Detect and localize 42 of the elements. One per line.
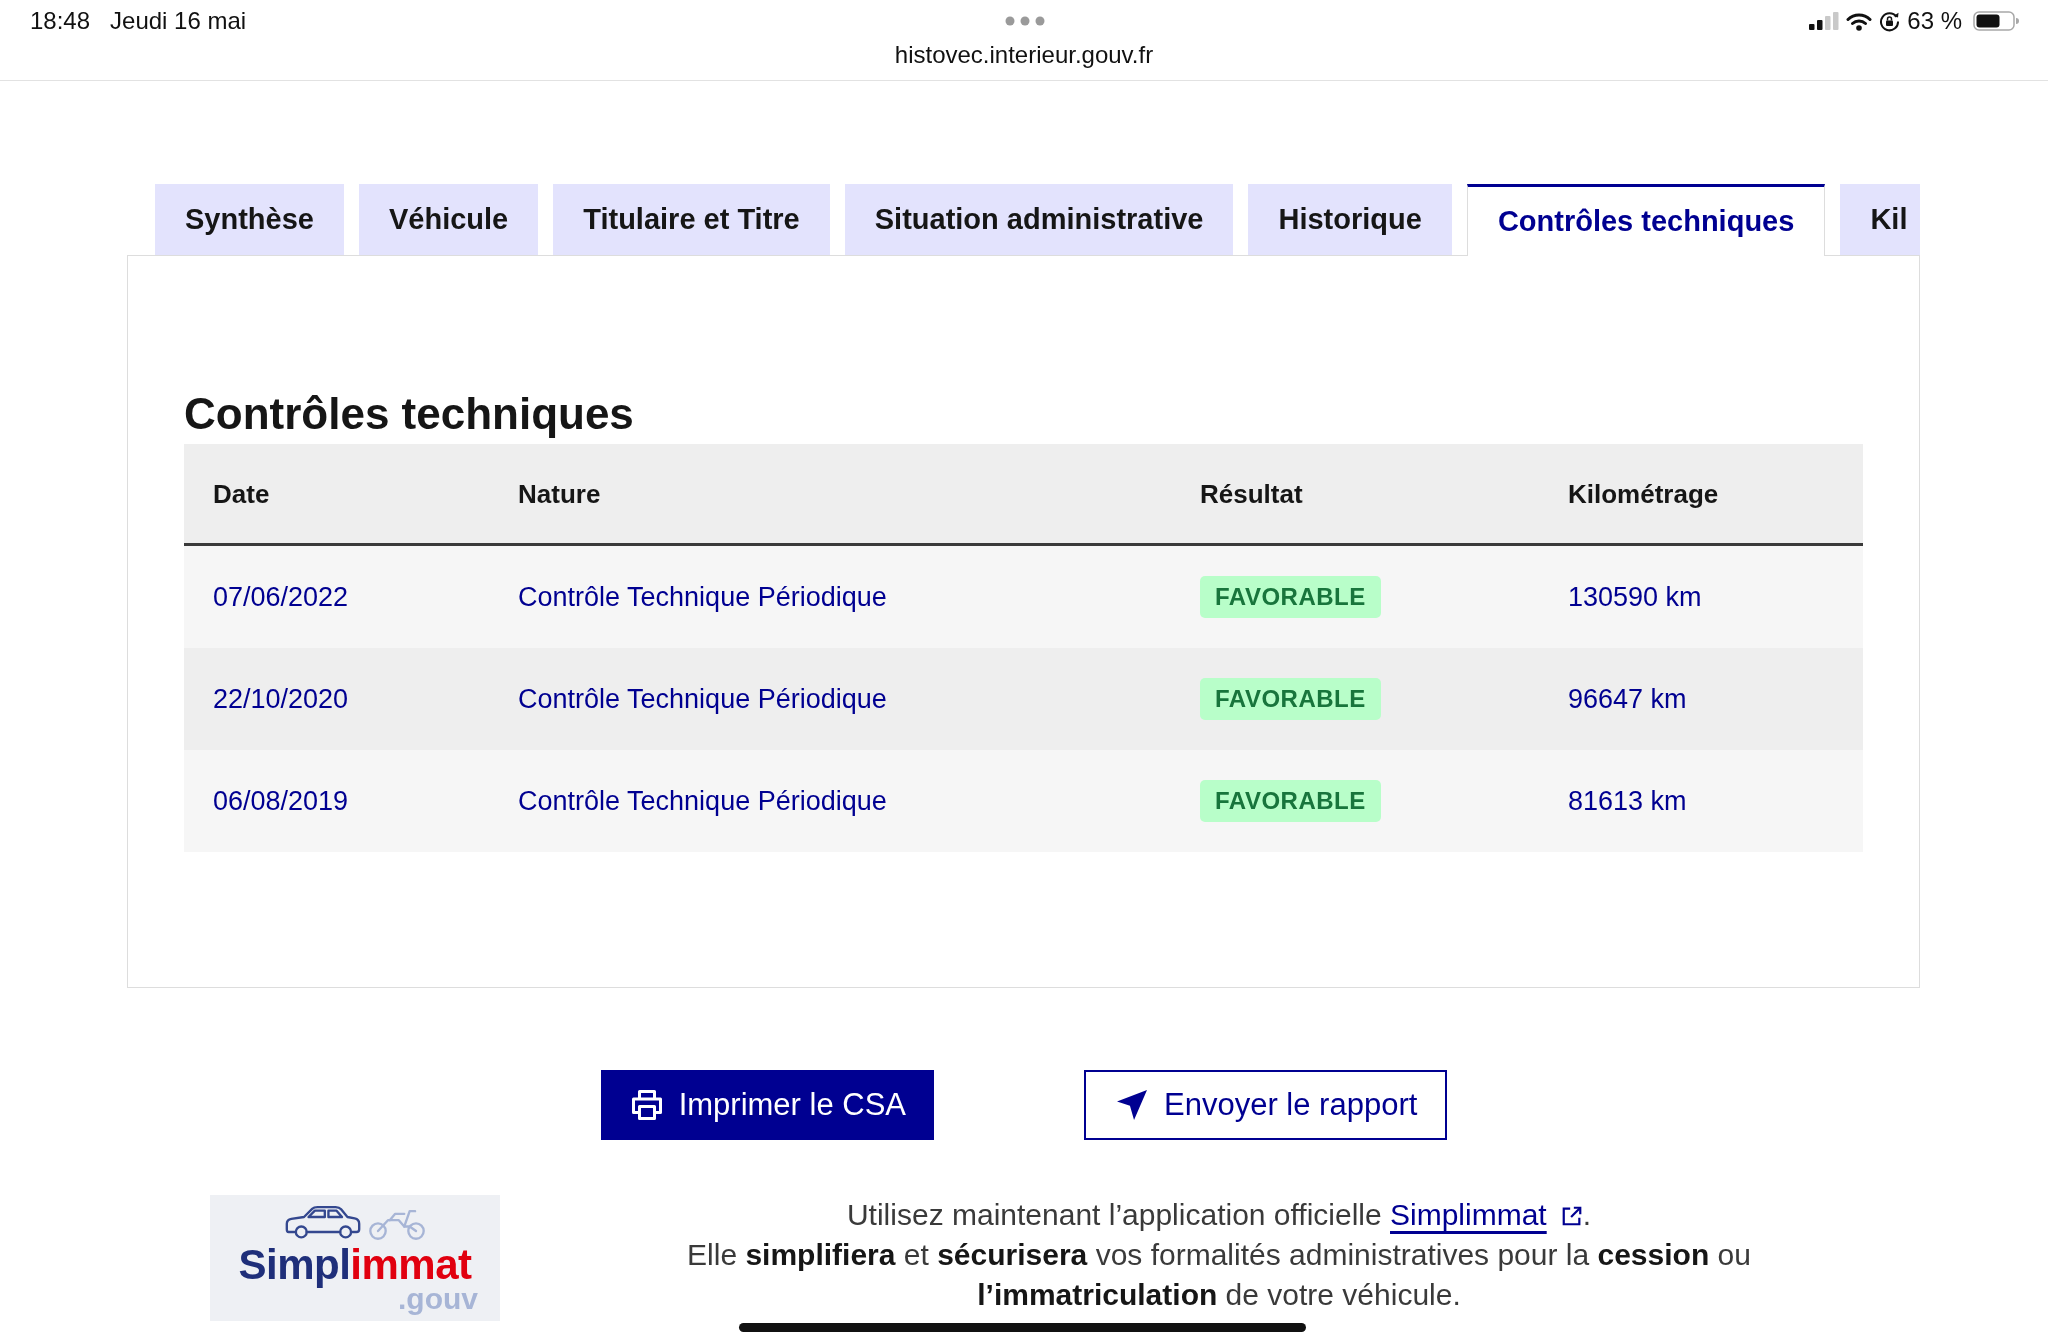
tab[interactable]: Véhicule <box>358 184 539 255</box>
car-icon <box>284 1203 362 1241</box>
page-url: histovec.interieur.gouv.fr <box>894 41 1154 69</box>
simplimmat-link[interactable]: Simplimmat <box>1390 1198 1583 1231</box>
status-date: Jeudi 16 mai <box>110 7 247 35</box>
column-header: Date <box>212 477 271 510</box>
paper-plane-icon <box>1117 1090 1148 1120</box>
rotation-lock-icon <box>1879 10 1901 32</box>
wifi-icon <box>1846 11 1873 31</box>
column-header: Nature <box>517 477 602 510</box>
external-link-icon <box>1560 1205 1583 1227</box>
table-cell-text: Contrôle Technique Périodique <box>517 581 887 614</box>
result-badge: FAVORABLE <box>1200 576 1381 618</box>
send-button[interactable]: Envoyer le rapport <box>1084 1070 1448 1140</box>
result-badge: FAVORABLE <box>1200 780 1381 822</box>
promo-text: Utilisez maintenant l’application officielle Simplimmat . <box>846 1197 1592 1233</box>
tab[interactable]: Situation administrative <box>844 184 1234 255</box>
result-badge: FAVORABLE <box>1200 678 1381 720</box>
section-title: Contrôles techniques <box>184 388 635 440</box>
tab[interactable]: Contrôles techniques <box>1466 184 1826 256</box>
table-cell-text: 81613 km <box>1567 785 1687 818</box>
table-cell-text: Contrôle Technique Périodique <box>517 785 887 818</box>
printer-icon <box>631 1090 662 1120</box>
print-button[interactable]: Imprimer le CSA <box>600 1070 935 1140</box>
column-header: Kilométrage <box>1567 477 1720 510</box>
table-cell-text: 96647 km <box>1567 683 1687 716</box>
status-time: 18:48 <box>30 7 91 35</box>
table-cell-text: 22/10/2020 <box>212 683 349 716</box>
tab[interactable]: Kil <box>1840 184 1920 255</box>
tab[interactable]: Historique <box>1248 184 1452 255</box>
table-cell-text: 130590 km <box>1567 581 1702 614</box>
signal-icon <box>1809 12 1840 30</box>
battery-percentage: 63 % <box>1907 7 1962 35</box>
table-cell-text: Contrôle Technique Périodique <box>517 683 887 716</box>
battery-icon <box>1973 11 2019 31</box>
tab[interactable]: Titulaire et Titre <box>553 184 830 255</box>
table-cell-text: 07/06/2022 <box>212 581 349 614</box>
tab[interactable]: Synthèse <box>155 184 344 255</box>
promo-note: Elle simplifiera et sécurisera vos formalités administratives pour la cession ou l’immatriculation de votre véhicule. <box>686 1237 1752 1313</box>
table-cell-text: 06/08/2019 <box>212 785 349 818</box>
ellipsis-icon[interactable] <box>1004 16 1045 26</box>
column-header: Résultat <box>1199 477 1304 510</box>
